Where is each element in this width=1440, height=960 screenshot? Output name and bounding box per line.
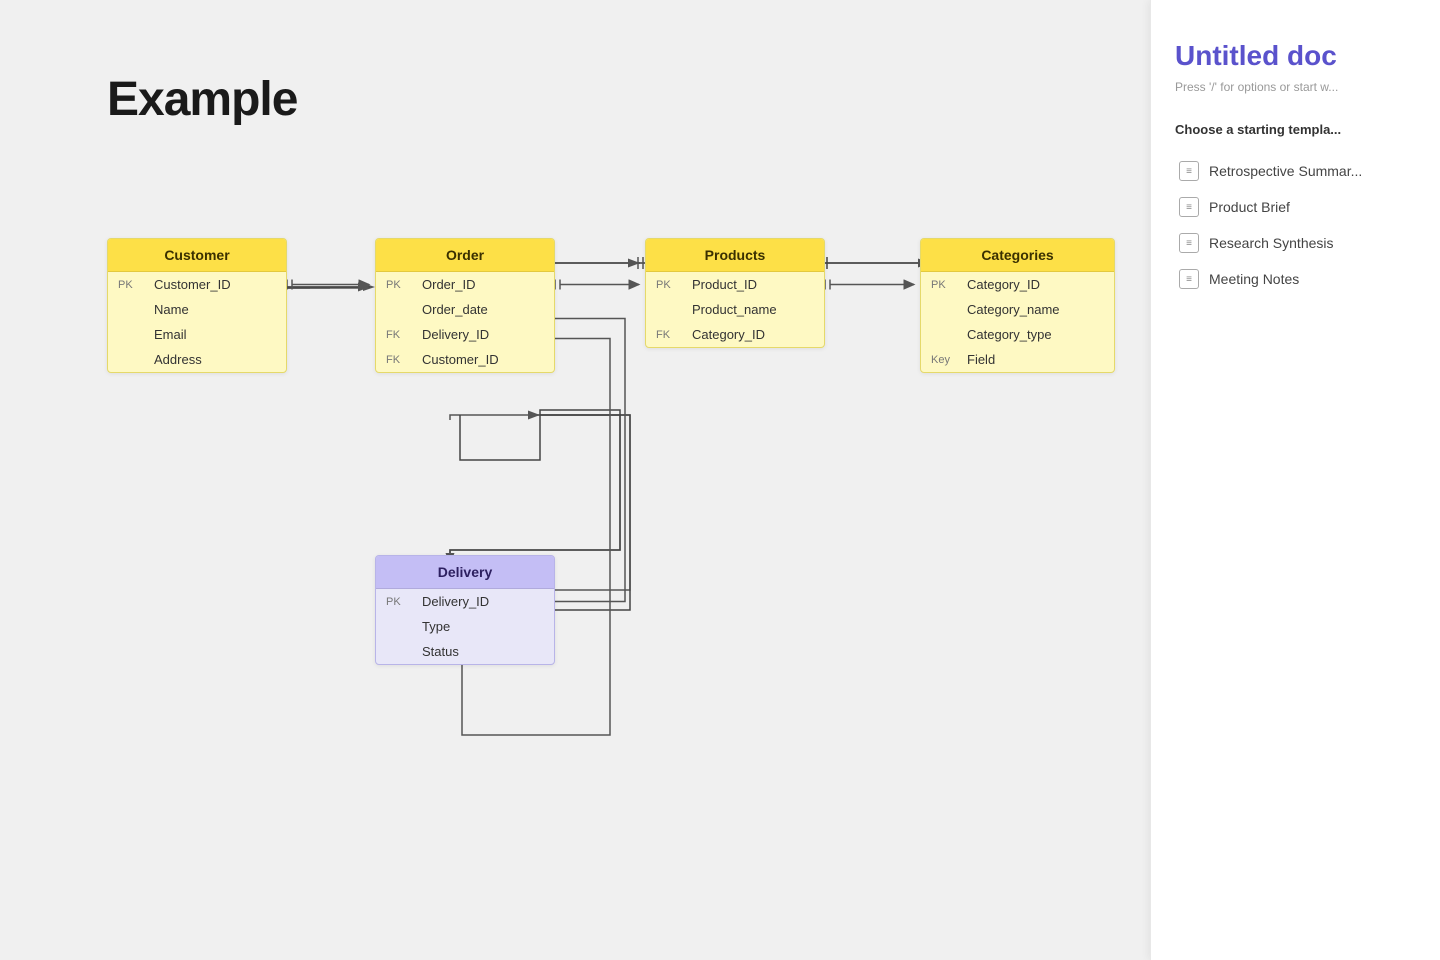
table-row: Order_date <box>376 297 554 322</box>
table-row: PK Delivery_ID <box>376 589 554 614</box>
table-row: Product_name <box>646 297 824 322</box>
categories-table[interactable]: Categories PK Category_ID Category_name … <box>920 238 1115 373</box>
delivery-table[interactable]: Delivery PK Delivery_ID Type Status <box>375 555 555 665</box>
doc-icon <box>1179 197 1199 217</box>
doc-icon <box>1179 161 1199 181</box>
template-section-title: Choose a starting templa... <box>1175 122 1416 137</box>
order-table-header: Order <box>376 239 554 272</box>
table-row: Category_type <box>921 322 1114 347</box>
customer-table-header: Customer <box>108 239 286 272</box>
table-row: PK Category_ID <box>921 272 1114 297</box>
products-table-header: Products <box>646 239 824 272</box>
template-label: Meeting Notes <box>1209 271 1299 287</box>
page-title: Example <box>107 72 297 127</box>
main-canvas: Example <box>0 0 1440 960</box>
delivery-table-header: Delivery <box>376 556 554 589</box>
table-row: Status <box>376 639 554 664</box>
table-row: FK Category_ID <box>646 322 824 347</box>
table-row: FK Delivery_ID <box>376 322 554 347</box>
template-item-research[interactable]: Research Synthesis <box>1175 225 1416 261</box>
template-item-retrospective[interactable]: Retrospective Summar... <box>1175 153 1416 189</box>
template-item-meeting-notes[interactable]: Meeting Notes <box>1175 261 1416 297</box>
table-row: PK Order_ID <box>376 272 554 297</box>
template-label: Research Synthesis <box>1209 235 1334 251</box>
customer-table[interactable]: Customer PK Customer_ID Name Email Addre… <box>107 238 287 373</box>
doc-icon <box>1179 269 1199 289</box>
table-row: Address <box>108 347 286 372</box>
products-table[interactable]: Products PK Product_ID Product_name FK C… <box>645 238 825 348</box>
doc-icon <box>1179 233 1199 253</box>
template-item-product-brief[interactable]: Product Brief <box>1175 189 1416 225</box>
table-row: Category_name <box>921 297 1114 322</box>
erd-diagram: Customer PK Customer_ID Name Email Addre… <box>80 220 1180 720</box>
table-row: Key Field <box>921 347 1114 372</box>
table-row: PK Customer_ID <box>108 272 286 297</box>
panel-hint: Press '/' for options or start w... <box>1175 80 1416 94</box>
table-row: PK Product_ID <box>646 272 824 297</box>
template-label: Retrospective Summar... <box>1209 163 1362 179</box>
order-table[interactable]: Order PK Order_ID Order_date FK Delivery… <box>375 238 555 373</box>
right-panel: Untitled doc Press '/' for options or st… <box>1150 0 1440 960</box>
doc-title: Untitled doc <box>1175 40 1416 72</box>
table-row: Email <box>108 322 286 347</box>
categories-table-header: Categories <box>921 239 1114 272</box>
table-row: Type <box>376 614 554 639</box>
table-row: FK Customer_ID <box>376 347 554 372</box>
table-row: Name <box>108 297 286 322</box>
template-label: Product Brief <box>1209 199 1290 215</box>
